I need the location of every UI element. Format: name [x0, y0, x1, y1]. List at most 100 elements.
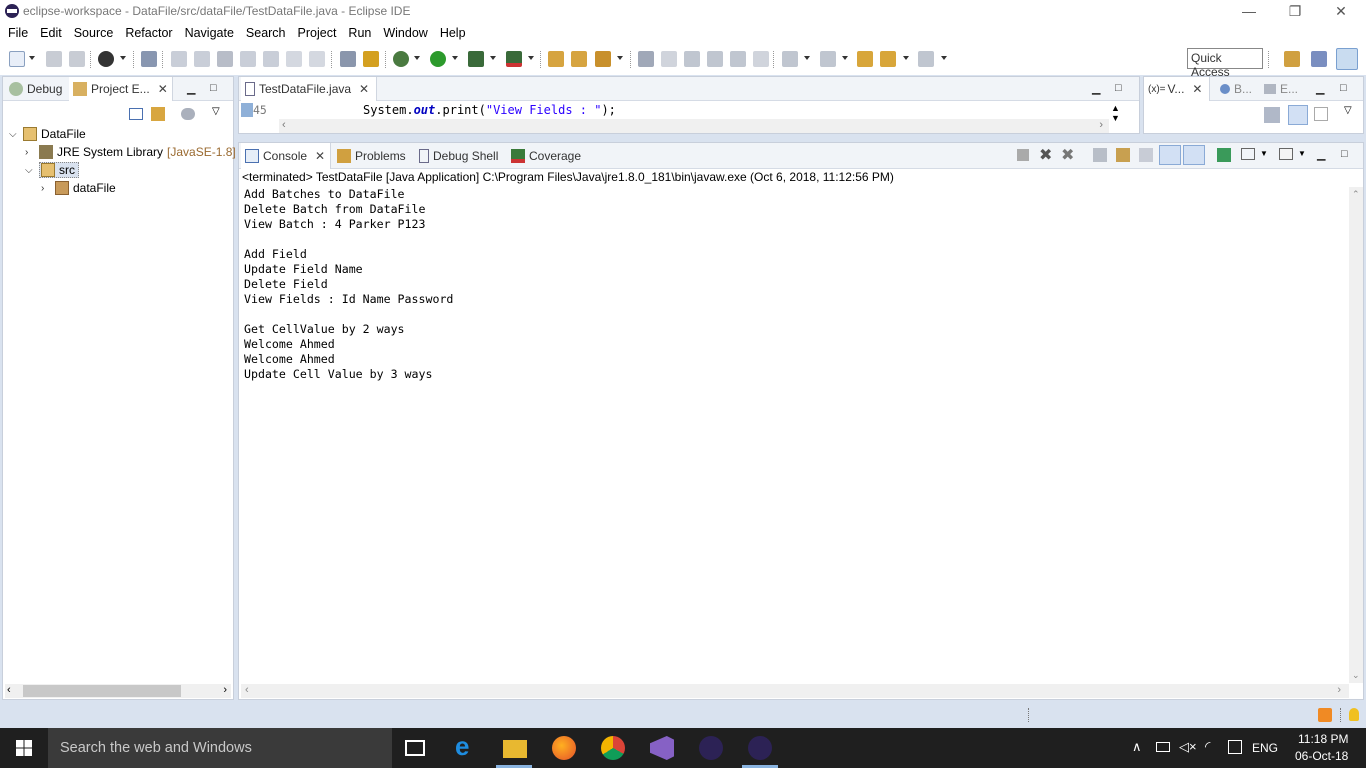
scroll-down-icon[interactable]: ⌄ — [1352, 670, 1360, 681]
taskbar-search-box[interactable]: Search the web and Windows — [48, 728, 392, 768]
link-editor-icon[interactable] — [151, 107, 165, 121]
word-wrap-icon[interactable] — [1139, 148, 1153, 162]
minimize-view-icon[interactable]: ▁ — [1092, 82, 1100, 95]
maximize-view-icon[interactable]: □ — [1115, 82, 1122, 94]
view-menu-icon[interactable]: ▽ — [212, 106, 220, 117]
scrollbar-thumb[interactable] — [23, 685, 181, 697]
scroll-right-icon[interactable]: › — [223, 684, 227, 696]
tree-item-datafile-package[interactable]: › dataFile — [41, 179, 116, 197]
tree-item-src[interactable]: ⌵ src — [25, 161, 79, 179]
maximize-view-icon[interactable]: □ — [210, 82, 217, 94]
editor-horizontal-scrollbar[interactable]: ‹ › — [279, 119, 1109, 133]
minimize-view-icon[interactable]: ▁ — [1316, 82, 1324, 95]
close-button[interactable]: ✕ — [1318, 0, 1364, 22]
tab-project-explorer[interactable]: Project E... ✕ — [69, 77, 173, 101]
save-all-icon[interactable] — [69, 51, 85, 67]
tab-testdatafile-java[interactable]: TestDataFile.java ✕ — [241, 77, 377, 101]
windows-start-icon[interactable] — [16, 740, 32, 756]
save-icon[interactable] — [46, 51, 62, 67]
scroll-up-icon[interactable]: ⌃ — [1352, 189, 1360, 200]
back-icon[interactable] — [880, 51, 896, 67]
disconnect-icon[interactable] — [240, 51, 256, 67]
menu-window[interactable]: Window — [377, 26, 433, 40]
maximize-view-icon[interactable]: □ — [1341, 148, 1348, 160]
show-whitespace-icon[interactable] — [753, 51, 769, 67]
filter-icon[interactable] — [181, 108, 195, 120]
new-dropdown-icon[interactable] — [29, 56, 35, 60]
tab-debug[interactable]: Debug — [5, 77, 66, 101]
tab-coverage[interactable]: Coverage — [507, 143, 585, 169]
search-dropdown-icon[interactable] — [617, 56, 623, 60]
menu-navigate[interactable]: Navigate — [179, 26, 240, 40]
open-type-icon[interactable] — [548, 51, 564, 67]
terminate-icon[interactable] — [1017, 149, 1029, 161]
firefox-icon[interactable] — [552, 736, 576, 760]
java-debug-icon[interactable] — [363, 51, 379, 67]
file-explorer-icon[interactable] — [503, 740, 527, 758]
external-tools-dropdown-icon[interactable] — [528, 56, 534, 60]
menu-source[interactable]: Source — [68, 26, 120, 40]
tab-console[interactable]: Console ✕ — [241, 143, 331, 169]
minimize-view-icon[interactable]: ▁ — [187, 82, 195, 95]
console-horizontal-scrollbar[interactable]: ‹ › — [241, 684, 1349, 698]
toggle-mark-icon[interactable] — [707, 51, 723, 67]
menu-run[interactable]: Run — [342, 26, 377, 40]
collapse-all-icon[interactable] — [129, 108, 143, 120]
collapsed-chevron-icon[interactable]: › — [41, 183, 51, 194]
tree-item-datafile[interactable]: ⌵ DataFile — [9, 125, 86, 143]
rss-feed-icon[interactable] — [1318, 708, 1332, 722]
open-console-icon[interactable] — [1279, 148, 1293, 160]
remove-all-launches-icon[interactable]: ✖ — [1061, 145, 1074, 165]
chrome-icon[interactable] — [601, 736, 625, 760]
tree-item-jre-library[interactable]: › JRE System Library [JavaSE-1.8] — [25, 143, 236, 161]
clock-date[interactable]: 06-Oct-18 — [1295, 749, 1348, 763]
tab-expressions[interactable]: E... — [1260, 77, 1302, 101]
skip-breakpoints-icon[interactable] — [141, 51, 157, 67]
close-tab-icon[interactable]: ✕ — [359, 82, 369, 96]
debug-dropdown-icon[interactable] — [414, 56, 420, 60]
last-edit-icon[interactable] — [857, 51, 873, 67]
horizontal-scrollbar[interactable]: ‹ › — [5, 684, 231, 698]
annotation-icon[interactable] — [638, 51, 654, 67]
use-step-filters-icon[interactable] — [340, 51, 356, 67]
next-annotation-dropdown-icon[interactable] — [804, 56, 810, 60]
expanded-chevron-icon[interactable]: ⌵ — [9, 129, 19, 140]
menu-help[interactable]: Help — [434, 26, 472, 40]
clear-console-icon[interactable] — [1093, 148, 1107, 162]
display-console-dropdown-icon[interactable]: ▼ — [1260, 149, 1268, 158]
scroll-left-icon[interactable]: ‹ — [7, 684, 11, 696]
scroll-left-icon[interactable]: ‹ — [282, 119, 286, 131]
collapse-all-icon[interactable] — [1314, 107, 1328, 121]
scroll-left-icon[interactable]: ‹ — [245, 684, 249, 696]
coverage-run-icon[interactable] — [468, 51, 484, 67]
menu-search[interactable]: Search — [240, 26, 292, 40]
run-icon[interactable] — [430, 51, 446, 67]
step-return-icon[interactable] — [309, 51, 325, 67]
java-perspective-icon[interactable] — [1311, 51, 1327, 67]
open-perspective-icon[interactable] — [1284, 51, 1300, 67]
coverage-dropdown-icon[interactable] — [490, 56, 496, 60]
forward-icon[interactable] — [918, 51, 934, 67]
block-selection-icon[interactable] — [730, 51, 746, 67]
wifi-icon[interactable]: ◜ — [1205, 738, 1210, 755]
eclipse-icon[interactable] — [748, 736, 772, 760]
step-over-icon[interactable] — [286, 51, 302, 67]
new-icon[interactable] — [9, 51, 25, 67]
input-language-indicator[interactable]: ENG — [1252, 741, 1278, 755]
expanded-chevron-icon[interactable]: ⌵ — [25, 165, 35, 176]
open-task-icon[interactable] — [571, 51, 587, 67]
forward-dropdown-icon[interactable] — [941, 56, 947, 60]
console-output[interactable]: Add Batches to DataFile Delete Batch fro… — [239, 187, 1349, 683]
debug-perspective-icon[interactable] — [1336, 48, 1358, 70]
menu-edit[interactable]: Edit — [34, 26, 68, 40]
minimize-button[interactable]: — — [1226, 0, 1272, 22]
close-tab-icon[interactable]: ✕ — [158, 82, 168, 96]
task-view-icon[interactable] — [405, 740, 425, 756]
open-console-dropdown-icon[interactable]: ▼ — [1298, 149, 1306, 158]
suspend-icon[interactable] — [194, 51, 210, 67]
scroll-right-icon[interactable]: › — [1099, 119, 1103, 131]
battery-icon[interactable] — [1156, 742, 1170, 752]
tab-breakpoints[interactable]: B... — [1216, 77, 1256, 101]
volume-muted-icon[interactable]: ◁× — [1179, 739, 1197, 755]
quick-access-input[interactable]: Quick Access — [1187, 48, 1263, 79]
